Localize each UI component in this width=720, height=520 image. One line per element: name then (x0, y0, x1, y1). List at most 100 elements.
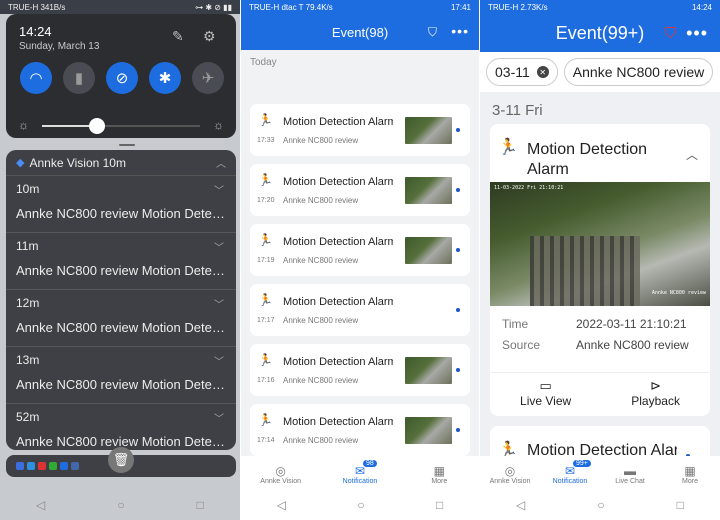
notification-badge: 99+ (572, 458, 592, 468)
tab-more[interactable]: ▦ More (409, 464, 469, 485)
close-icon[interactable]: ✕ (536, 66, 549, 78)
flashlight-toggle[interactable]: ▮ (63, 62, 95, 94)
brightness-knob[interactable] (89, 118, 106, 134)
recents-button[interactable]: □ (677, 498, 684, 512)
home-button[interactable]: ○ (117, 498, 124, 512)
quick-settings: 14:24 Sunday, March 13 ✎ ⚙ ◠ ▮ ⊘ ✱ ✈ ☼ ☼ (6, 14, 236, 146)
page-title: Event(99+) (555, 22, 645, 43)
tab-live-chat[interactable]: ▬ Live Chat (600, 464, 660, 485)
back-button[interactable]: ◁ (516, 498, 525, 512)
clear-all-button[interactable]: 🗑 (108, 447, 134, 473)
play-circle-icon: ⊳ (650, 377, 662, 393)
recents-button[interactable]: □ (436, 498, 443, 512)
live-view-button[interactable]: ▭ Live View (520, 378, 571, 408)
brightness-slider[interactable]: ☼ ☼ (16, 118, 226, 134)
notification-item[interactable]: 13m ﹀ Annke NC800 review Motion Detection … (6, 347, 236, 404)
system-nav: ◁ ○ □ (480, 490, 720, 520)
source-row: Source Annke NC800 review (502, 338, 689, 352)
event-detail-screen: TRUE-H 2.73K/s 14:24 Event(99+) ⛉ ••• 03… (480, 0, 720, 520)
edit-icon[interactable]: ✎ (172, 28, 184, 45)
auto-rotate-toggle[interactable]: ⊘ (106, 62, 138, 94)
chevron-down-icon[interactable]: ﹀ (214, 353, 224, 368)
tab-label: Live Chat (615, 477, 645, 485)
back-button[interactable]: ◁ (36, 498, 45, 512)
filter-chips: 03-11 ✕ Annke NC800 review (480, 52, 720, 92)
airplane-toggle[interactable]: ✈ (192, 62, 224, 94)
wifi-toggle[interactable]: ◠ (20, 62, 52, 94)
home-button[interactable]: ○ (357, 498, 364, 512)
notification-group[interactable]: ◆ Annke Vision 10m ︿ 10m ﹀ Annke NC800 rev… (6, 150, 236, 450)
event-thumbnail[interactable] (405, 177, 452, 204)
event-card[interactable]: 🏃 Motion Detection Alarm 17:20 Annke NC800 … (250, 164, 470, 216)
notification-text: Annke NC800 review Motion Detection Alar… (16, 377, 226, 392)
airplane-icon: ✈ (201, 70, 215, 87)
event-source: Annke NC800 review (283, 136, 359, 145)
tab-annke-vision[interactable]: ◎ Annke Vision (480, 464, 540, 485)
chevron-up-icon[interactable]: ︿ (216, 155, 226, 170)
motion-icon: 🏃 (258, 353, 273, 367)
event-source: Annke NC800 review (283, 316, 359, 325)
motion-icon: 🏃 (258, 233, 273, 247)
gear-icon[interactable]: ⚙ (203, 28, 216, 45)
notification-item[interactable]: 10m ﹀ Annke NC800 review Motion Detection … (6, 176, 236, 233)
grid-icon: ▦ (433, 463, 445, 478)
drag-handle[interactable] (119, 144, 135, 146)
carrier: TRUE-H (488, 2, 519, 12)
tab-notification[interactable]: ✉ 99+ Notification (540, 458, 600, 485)
app-icon (49, 462, 57, 470)
tab-more[interactable]: ▦ More (660, 464, 720, 485)
recents-button[interactable]: □ (197, 498, 204, 512)
event-card-expanded[interactable]: 🏃 Motion Detection Alarm ︿ 11-03-2022 Fr… (490, 124, 710, 416)
more-icon[interactable]: ••• (686, 23, 708, 44)
bluetooth-toggle[interactable]: ✱ (149, 62, 181, 94)
camera-icon: ◎ (504, 463, 516, 478)
chevron-down-icon[interactable]: ﹀ (214, 182, 224, 197)
tab-annke-vision[interactable]: ◎ Annke Vision (251, 464, 311, 485)
event-time: 17:19 (257, 257, 275, 264)
event-thumbnail[interactable] (405, 237, 452, 264)
system-nav: ◁ ○ □ (241, 490, 479, 520)
back-button[interactable]: ◁ (277, 498, 286, 512)
filter-active-icon[interactable]: ⛉ (665, 25, 676, 42)
tab-bar: ◎ Annke Vision ✉ 98 Notification ▦ More (241, 456, 479, 492)
status-bar: TRUE-H dtac T 79.4K/s 17:41 (241, 0, 479, 14)
tab-notification[interactable]: ✉ 98 Notification (330, 458, 390, 485)
notification-item[interactable]: 11m ﹀ Annke NC800 review Motion Detection … (6, 233, 236, 290)
net-speed: 341B/s (40, 2, 66, 12)
event-time: 17:17 (257, 317, 275, 324)
chevron-up-icon[interactable]: ︿ (686, 146, 698, 163)
event-card[interactable]: 🏃 Motion Detection Alarm 17:14 Annke NC800 … (250, 404, 470, 456)
device-chip[interactable]: Annke NC800 review (563, 58, 714, 86)
event-card[interactable]: 🏃 Motion Detection Alarm 17:33 Annke NC800 … (250, 104, 470, 156)
event-title: Motion Detection Alarm (283, 176, 393, 188)
event-time: 17:20 (257, 197, 275, 204)
event-card[interactable]: 🏃 Motion Detection Alarm 17:19 Annke NC800 … (250, 224, 470, 276)
event-thumbnail[interactable] (405, 357, 452, 384)
event-thumbnail[interactable] (405, 117, 452, 144)
brightness-low-icon: ☼ (18, 118, 29, 132)
event-snapshot[interactable]: 11-03-2022 Fri 21:10:21 Annke NC800 revi… (490, 182, 710, 306)
chat-icon: ▬ (624, 463, 636, 478)
filter-icon[interactable]: ⛉ (428, 25, 437, 40)
snapshot-timestamp: 11-03-2022 Fri 21:10:21 (494, 185, 564, 191)
event-card[interactable]: 🏃 Motion Detection Alarm 17:16 Annke NC800 … (250, 344, 470, 396)
notification-text: Annke NC800 review Motion Detection Alar… (16, 206, 226, 221)
notification-item[interactable]: 52m﹀Annke NC800 review Motion Detection … (6, 404, 236, 450)
app-icon: ◆ (16, 157, 25, 169)
event-time: 17:33 (257, 137, 275, 144)
event-card[interactable]: 🏃 Motion Detection Alarm 17:17 Annke NC800 … (250, 284, 470, 336)
chevron-down-icon[interactable]: ﹀ (214, 239, 224, 254)
notification-item[interactable]: 12m ﹀ Annke NC800 review Motion Detection … (6, 290, 236, 347)
event-source: Annke NC800 review (283, 436, 359, 445)
group-header[interactable]: ◆ Annke Vision 10m ︿ (6, 150, 236, 176)
carrier: TRUE-H dtac T (249, 2, 304, 12)
chevron-down-icon[interactable]: ﹀ (214, 410, 224, 425)
playback-button[interactable]: ⊳ Playback (631, 378, 680, 408)
home-button[interactable]: ○ (597, 498, 604, 512)
event-thumbnail[interactable] (405, 417, 452, 444)
chevron-down-icon[interactable]: ﹀ (214, 296, 224, 311)
more-icon[interactable]: ••• (451, 23, 469, 39)
status-bar: TRUE-H 2.73K/s 14:24 (480, 0, 720, 14)
date-chip[interactable]: 03-11 ✕ (486, 58, 558, 86)
app-icon (60, 462, 68, 470)
